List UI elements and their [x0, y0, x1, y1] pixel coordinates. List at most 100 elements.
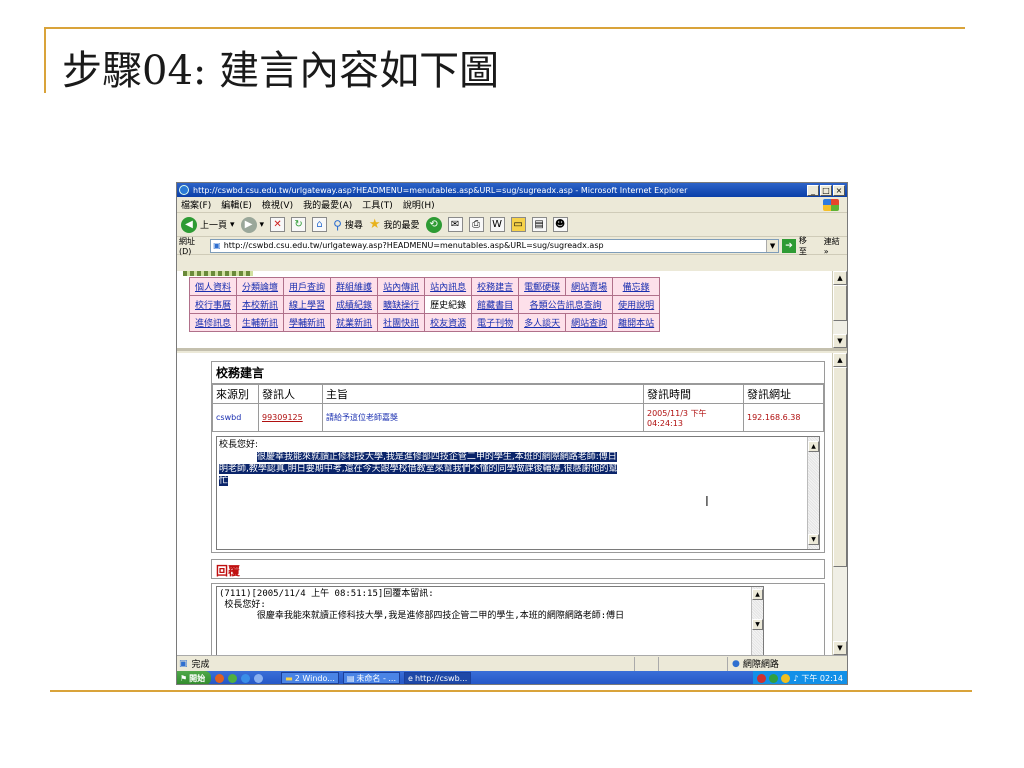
minimize-button[interactable]: _ [807, 184, 819, 196]
reply-header-panel: 回覆 [211, 559, 825, 579]
scroll-up-icon[interactable]: ▲ [752, 589, 763, 600]
menu-view[interactable]: 檢視(V) [262, 198, 293, 211]
nav-item[interactable]: 網站查詢 [565, 313, 614, 332]
menu-file[interactable]: 檔案(F) [181, 198, 211, 211]
links-button[interactable]: 連結 » [824, 236, 847, 256]
quicklaunch-icon[interactable] [241, 673, 251, 683]
nav-item[interactable]: 曠缺操行 [377, 295, 426, 314]
address-input[interactable]: ▣ http://cswbd.csu.edu.tw/urlgateway.asp… [210, 238, 780, 253]
home-icon[interactable]: ⌂ [312, 217, 328, 232]
quicklaunch-icon[interactable] [254, 673, 264, 683]
taskbar-button[interactable]: ▤ 未命名 - ... [342, 672, 401, 684]
nav-item[interactable]: 多人談天 [518, 313, 567, 332]
tray-icon[interactable] [757, 673, 767, 683]
back-button[interactable]: ◀ 上一頁 ▾ [181, 216, 235, 233]
nav-item[interactable]: 就業新訊 [330, 313, 379, 332]
nav-item[interactable]: 站內訊息 [424, 277, 473, 296]
nav-item[interactable]: 校友資源 [424, 313, 473, 332]
menu-favorites[interactable]: 我的最愛(A) [303, 198, 352, 211]
scroll-down-icon[interactable]: ▼ [833, 334, 847, 348]
windows-logo-icon [823, 199, 839, 211]
tray-icon[interactable] [781, 673, 791, 683]
nav-item[interactable]: 成績紀錄 [330, 295, 379, 314]
address-dropdown-icon[interactable]: ▼ [766, 239, 779, 252]
nav-item[interactable]: 電郵硬碟 [518, 277, 567, 296]
taskbar-button[interactable]: e http://cswb... [404, 672, 472, 684]
nav-item[interactable]: 線上學習 [283, 295, 332, 314]
menu-frame: 個人資料 分類論壇 用戶查詢 群組維護 站內傳訊 站內訊息 校務建言 電郵硬碟 … [177, 271, 847, 351]
scroll-down-icon[interactable]: ▼ [752, 619, 763, 630]
suggestion-panel: 校務建言 來源別 發訊人 主旨 發訊時間 發訊網址 cswbd 99309125… [211, 361, 825, 553]
sender-link[interactable]: 99309125 [258, 403, 323, 432]
scroll-thumb[interactable] [833, 285, 847, 321]
system-tray: ♪ 下午 02:14 [753, 671, 847, 684]
close-button[interactable]: × [833, 184, 845, 196]
nav-item[interactable]: 離開本站 [612, 313, 661, 332]
tray-icon[interactable] [769, 673, 779, 683]
search-button[interactable]: ⚲ 搜尋 [333, 218, 363, 232]
word-icon[interactable]: W [489, 217, 505, 232]
scroll-down-icon[interactable]: ▼ [833, 641, 847, 655]
nav-item[interactable]: 校務建言 [471, 277, 520, 296]
reply-scrollbar[interactable]: ▲ ▼ [751, 587, 763, 655]
menu-bar: 檔案(F) 編輯(E) 檢視(V) 我的最愛(A) 工具(T) 說明(H) [177, 197, 847, 213]
nav-item[interactable]: 進修訊息 [188, 313, 238, 332]
ie-icon [179, 185, 189, 195]
history-icon[interactable]: ⟲ [425, 216, 442, 233]
text-cursor-icon: I [705, 495, 709, 510]
taskbar-button[interactable]: ▬ 2 Windo... [281, 672, 339, 684]
research-icon[interactable]: ▤ [531, 217, 547, 232]
nav-item[interactable]: 歷史紀錄 [424, 295, 473, 314]
menu-edit[interactable]: 編輯(E) [221, 198, 252, 211]
nav-item[interactable]: 站內傳訊 [377, 277, 426, 296]
mail-icon[interactable]: ✉ [447, 217, 463, 232]
favorites-button[interactable]: ★ 我的最愛 [369, 217, 420, 232]
nav-item[interactable]: 使用說明 [612, 295, 661, 314]
scroll-up-icon[interactable]: ▲ [808, 441, 819, 452]
header-sender: 發訊人 [258, 384, 323, 404]
nav-item[interactable]: 備忘錄 [612, 277, 661, 296]
suggestion-body-textarea[interactable]: 校長您好: 很慶幸我能來就讀正修科技大學,我是進修部四技企管二甲的學生,本班的網… [216, 436, 820, 550]
address-label: 網址(D) [179, 236, 195, 256]
print-icon[interactable]: ⎙ [468, 217, 484, 232]
scroll-down-icon[interactable]: ▼ [808, 534, 819, 545]
quicklaunch-icon[interactable] [228, 673, 238, 683]
menu-frame-scrollbar[interactable]: ▲ ▼ [832, 271, 847, 348]
forward-button[interactable]: ▶ ▾ [240, 216, 264, 233]
maximize-button[interactable]: □ [820, 184, 832, 196]
reply-textarea[interactable]: (7111)[2005/11/4 上午 08:51:15]回覆本留訊: 校長您好… [216, 586, 764, 655]
start-button[interactable]: ⚑ 開始 [177, 671, 212, 684]
nav-item[interactable]: 個人資料 [188, 277, 238, 296]
content-frame-scrollbar[interactable]: ▲ ▼ [832, 353, 847, 655]
menu-help[interactable]: 說明(H) [403, 198, 435, 211]
nav-item[interactable]: 各類公告訊息查詢 [518, 295, 614, 314]
refresh-icon[interactable]: ↻ [291, 217, 307, 232]
nav-item[interactable]: 學輔新訊 [283, 313, 332, 332]
go-button[interactable]: 移至 [799, 235, 815, 257]
folder-icon[interactable]: ▭ [510, 217, 526, 232]
nav-item[interactable]: 網站賣場 [565, 277, 614, 296]
messenger-icon[interactable]: ☻ [552, 217, 568, 232]
nav-item[interactable]: 用戶查詢 [283, 277, 332, 296]
scroll-thumb[interactable] [833, 367, 847, 567]
nav-item[interactable]: 本校新訊 [236, 295, 285, 314]
reply-line-3: 很慶幸我能來就讀正修科技大學,我是進修部四技企管二甲的學生,本班的網際網路老師:… [219, 611, 625, 621]
nav-item[interactable]: 校行事曆 [188, 295, 238, 314]
nav-item[interactable]: 群組維護 [330, 277, 379, 296]
nav-item[interactable]: 電子刊物 [471, 313, 520, 332]
quicklaunch-icon[interactable] [215, 673, 225, 683]
menu-tools[interactable]: 工具(T) [362, 198, 393, 211]
content-frame: 校務建言 來源別 發訊人 主旨 發訊時間 發訊網址 cswbd 99309125… [177, 353, 847, 655]
scroll-up-icon[interactable]: ▲ [833, 271, 847, 285]
reply-line-1: (7111)[2005/11/4 上午 08:51:15]回覆本留訊: [219, 589, 434, 599]
nav-item[interactable]: 分類論壇 [236, 277, 285, 296]
scroll-up-icon[interactable]: ▲ [833, 353, 847, 367]
task-label: 2 Windo... [294, 673, 335, 683]
nav-item[interactable]: 社團快訊 [377, 313, 426, 332]
stop-icon[interactable]: ✕ [270, 217, 286, 232]
textarea-scrollbar[interactable]: ▲ ▼ [807, 437, 819, 549]
nav-item[interactable]: 生輔新訊 [236, 313, 285, 332]
nav-item[interactable]: 館藏書目 [471, 295, 520, 314]
volume-icon[interactable]: ♪ [793, 674, 798, 683]
go-arrow-icon[interactable]: ➔ [782, 238, 796, 253]
